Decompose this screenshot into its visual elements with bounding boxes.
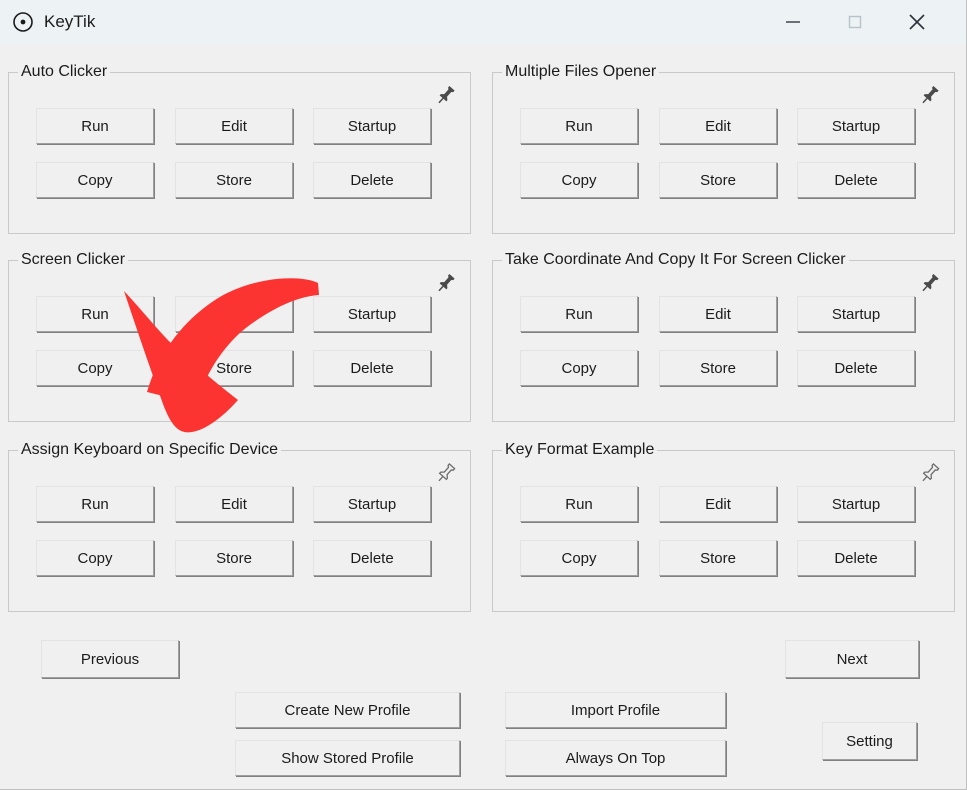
previous-button[interactable]: Previous [41, 640, 179, 678]
assign-keyboard-copy-button[interactable]: Copy [36, 540, 154, 576]
screen-clicker-store-button[interactable]: Store [175, 350, 293, 386]
group-screen-clicker: Screen Clicker Run Edit Startup Copy Sto… [8, 250, 471, 422]
screen-clicker-startup-button[interactable]: Startup [313, 296, 431, 332]
multiple-files-opener-copy-button[interactable]: Copy [520, 162, 638, 198]
take-coordinate-edit-button[interactable]: Edit [659, 296, 777, 332]
auto-clicker-run-button[interactable]: Run [36, 108, 154, 144]
always-on-top-button[interactable]: Always On Top [505, 740, 726, 776]
assign-keyboard-store-button[interactable]: Store [175, 540, 293, 576]
take-coordinate-startup-button[interactable]: Startup [797, 296, 915, 332]
key-format-example-store-button[interactable]: Store [659, 540, 777, 576]
auto-clicker-copy-button[interactable]: Copy [36, 162, 154, 198]
target-circle-icon [12, 11, 34, 33]
group-title-screen-clicker: Screen Clicker [18, 250, 129, 270]
assign-keyboard-delete-button[interactable]: Delete [313, 540, 431, 576]
assign-keyboard-edit-button[interactable]: Edit [175, 486, 293, 522]
window-title: KeyTik [44, 12, 96, 31]
multiple-files-opener-run-button[interactable]: Run [520, 108, 638, 144]
multiple-files-opener-store-button[interactable]: Store [659, 162, 777, 198]
take-coordinate-copy-button[interactable]: Copy [520, 350, 638, 386]
key-format-example-copy-button[interactable]: Copy [520, 540, 638, 576]
multiple-files-opener-edit-button[interactable]: Edit [659, 108, 777, 144]
pin-outline-icon[interactable] [917, 460, 943, 486]
auto-clicker-edit-button[interactable]: Edit [175, 108, 293, 144]
auto-clicker-delete-button[interactable]: Delete [313, 162, 431, 198]
setting-button[interactable]: Setting [822, 722, 917, 760]
import-profile-button[interactable]: Import Profile [505, 692, 726, 728]
key-format-example-edit-button[interactable]: Edit [659, 486, 777, 522]
screen-clicker-run-button[interactable]: Run [36, 296, 154, 332]
group-key-format-example: Key Format Example Run Edit Startup Copy… [492, 440, 955, 612]
group-title-take-coordinate: Take Coordinate And Copy It For Screen C… [502, 250, 849, 270]
title-bar: KeyTik [0, 0, 966, 44]
take-coordinate-delete-button[interactable]: Delete [797, 350, 915, 386]
take-coordinate-store-button[interactable]: Store [659, 350, 777, 386]
next-button[interactable]: Next [785, 640, 919, 678]
assign-keyboard-run-button[interactable]: Run [36, 486, 154, 522]
auto-clicker-store-button[interactable]: Store [175, 162, 293, 198]
pin-filled-icon[interactable] [917, 270, 943, 296]
auto-clicker-startup-button[interactable]: Startup [313, 108, 431, 144]
pin-outline-icon[interactable] [433, 460, 459, 486]
key-format-example-delete-button[interactable]: Delete [797, 540, 915, 576]
group-title-auto-clicker: Auto Clicker [18, 62, 111, 82]
group-title-multiple-files-opener: Multiple Files Opener [502, 62, 660, 82]
pin-filled-icon[interactable] [917, 82, 943, 108]
key-format-example-run-button[interactable]: Run [520, 486, 638, 522]
screen-clicker-edit-button[interactable]: Edit [175, 296, 293, 332]
group-multiple-files-opener: Multiple Files Opener Run Edit Startup C… [492, 62, 955, 234]
assign-keyboard-startup-button[interactable]: Startup [313, 486, 431, 522]
maximize-icon[interactable] [824, 0, 886, 44]
pin-filled-icon[interactable] [433, 270, 459, 296]
show-stored-profile-button[interactable]: Show Stored Profile [235, 740, 460, 776]
group-auto-clicker: Auto Clicker Run Edit Startup Copy Store… [8, 62, 471, 234]
group-assign-keyboard: Assign Keyboard on Specific Device Run E… [8, 440, 471, 612]
keytik-main-window: KeyTik Auto Clicker Run Edit Startup Cop… [0, 0, 967, 790]
multiple-files-opener-delete-button[interactable]: Delete [797, 162, 915, 198]
take-coordinate-run-button[interactable]: Run [520, 296, 638, 332]
group-title-assign-keyboard: Assign Keyboard on Specific Device [18, 440, 282, 460]
screen-clicker-copy-button[interactable]: Copy [36, 350, 154, 386]
screen-clicker-delete-button[interactable]: Delete [313, 350, 431, 386]
pin-filled-icon[interactable] [433, 82, 459, 108]
close-icon[interactable] [886, 0, 948, 44]
multiple-files-opener-startup-button[interactable]: Startup [797, 108, 915, 144]
group-title-key-format-example: Key Format Example [502, 440, 658, 460]
group-take-coordinate: Take Coordinate And Copy It For Screen C… [492, 250, 955, 422]
minimize-icon[interactable] [762, 0, 824, 44]
create-new-profile-button[interactable]: Create New Profile [235, 692, 460, 728]
key-format-example-startup-button[interactable]: Startup [797, 486, 915, 522]
